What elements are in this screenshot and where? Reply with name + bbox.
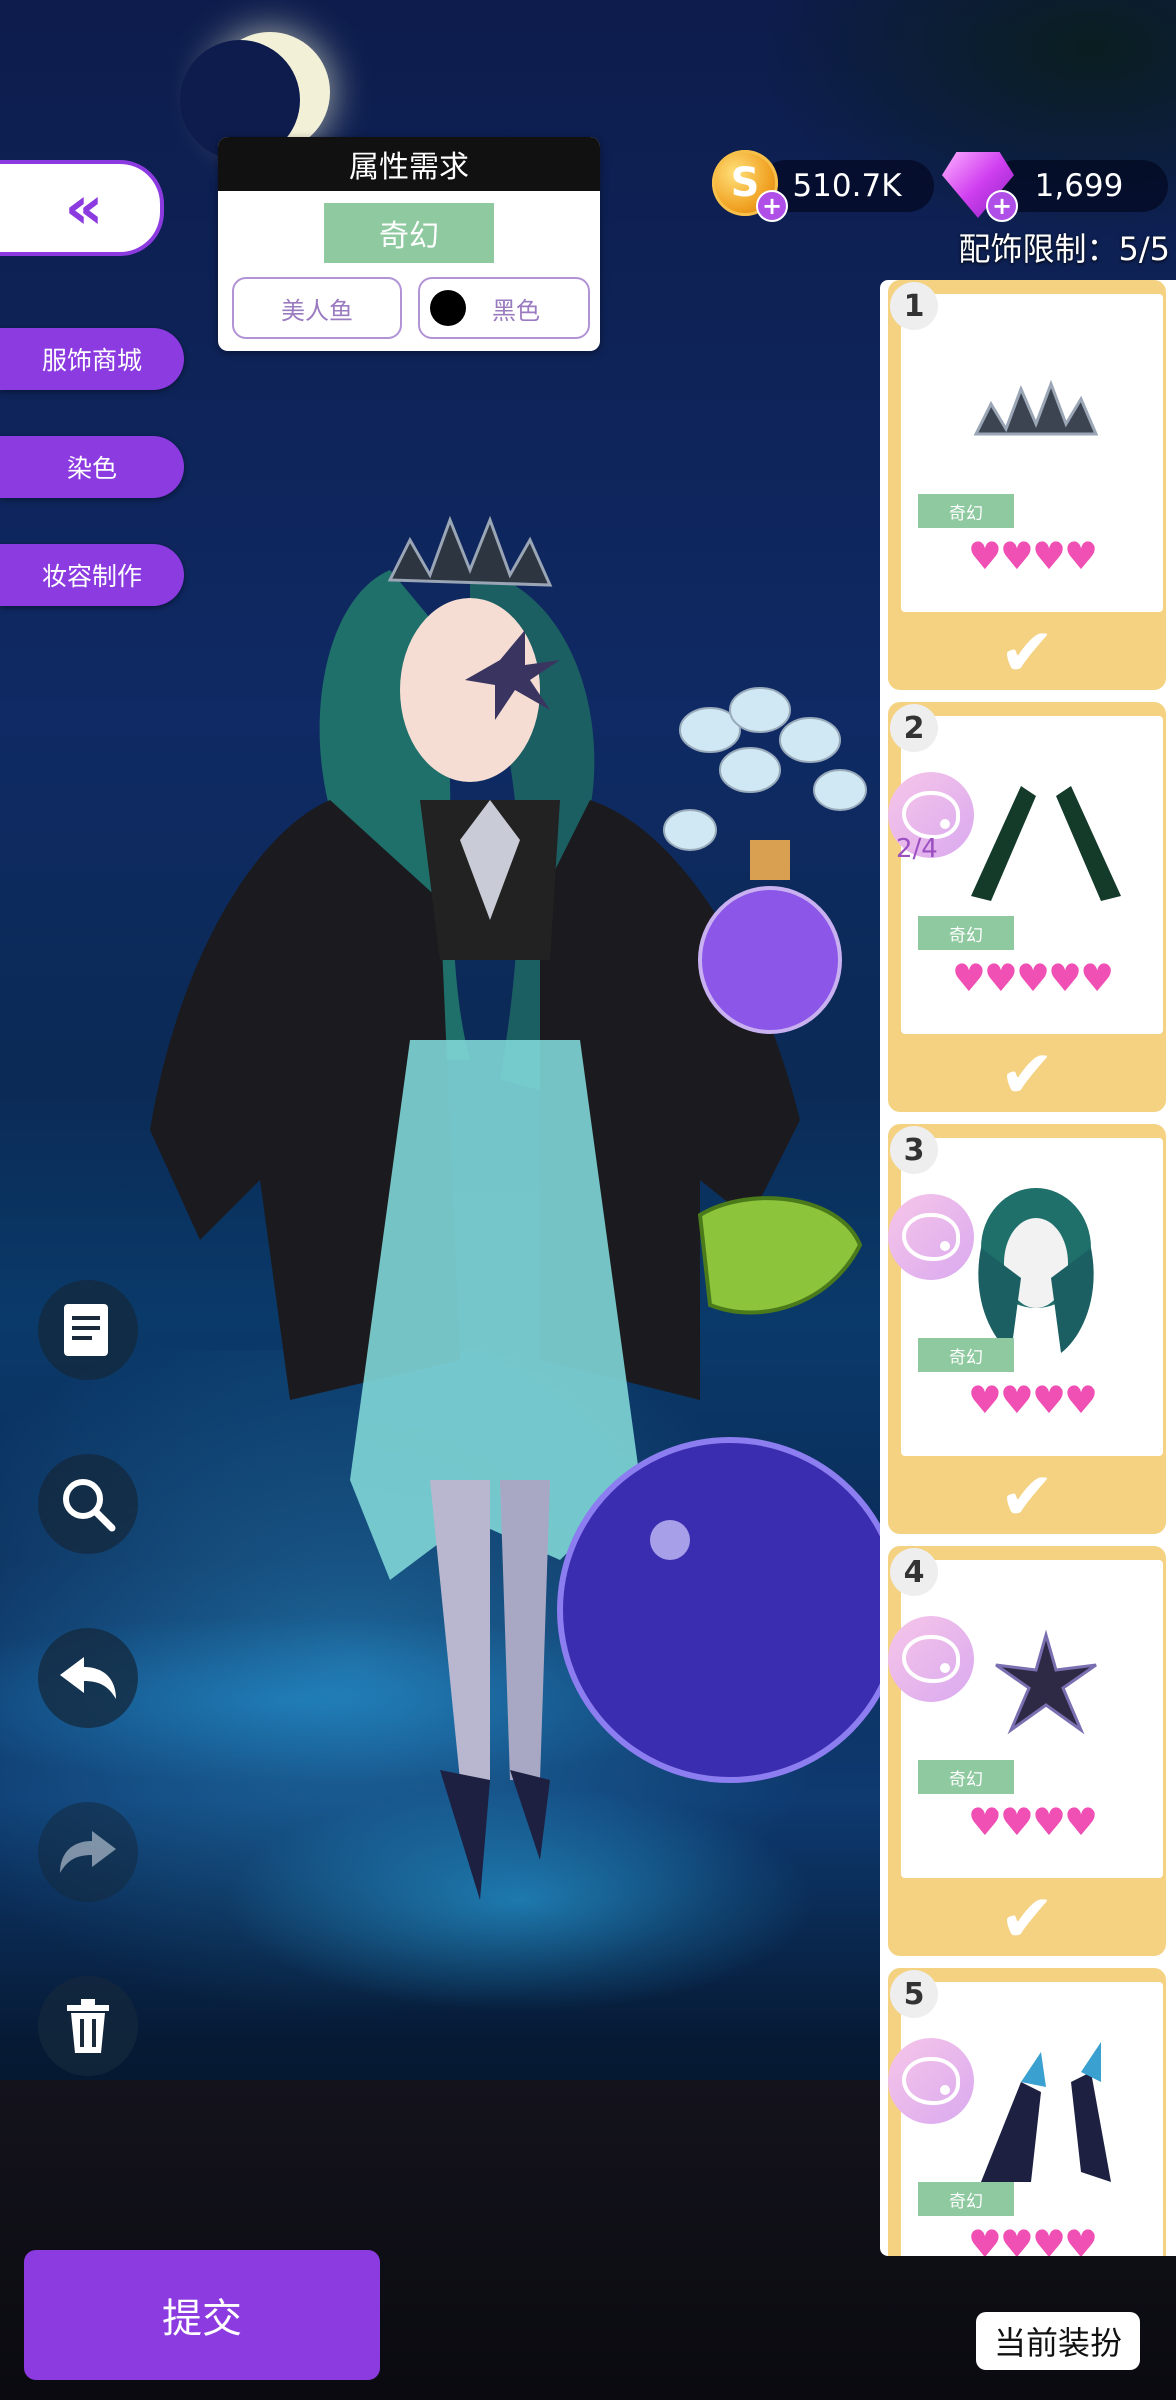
dye-palette-button[interactable]: 2/4: [888, 772, 974, 864]
accessory-card[interactable]: 奇幻 ♥♥♥♥ 3 ✔: [888, 1124, 1166, 1534]
hair-icon: [978, 1188, 1094, 1353]
undo-icon: [60, 1657, 116, 1699]
palette-icon: [902, 2057, 960, 2105]
submit-button[interactable]: 提交: [24, 2250, 380, 2380]
dye-palette-button[interactable]: [888, 1616, 974, 1702]
accessory-number: 1: [890, 282, 938, 330]
accessory-number: 5: [890, 1970, 938, 2018]
accessory-image-area: 奇幻 ♥♥♥♥: [901, 1138, 1163, 1456]
dye-palette-button[interactable]: [888, 2038, 974, 2124]
add-coins-button[interactable]: +: [756, 190, 788, 222]
accessory-card[interactable]: 奇幻 ♥♥♥♥ 1 ✔: [888, 280, 1166, 690]
magnify-icon: [63, 1479, 116, 1532]
requirement-tag-color: 黑色: [418, 277, 590, 339]
requirement-tag-mermaid: 美人鱼: [232, 277, 402, 339]
crown-icon: [973, 379, 1099, 436]
double-chevron-left-icon: «: [64, 173, 104, 243]
accessory-number: 4: [890, 1548, 938, 1596]
back-button[interactable]: «: [0, 160, 164, 256]
accessory-style-badge: 奇幻: [918, 1760, 1014, 1794]
accessory-hearts: ♥♥♥♥: [967, 534, 1098, 578]
requirement-style-badge: 奇幻: [324, 203, 494, 263]
add-gems-button[interactable]: +: [986, 190, 1018, 222]
dye-progress: 2/4: [896, 834, 938, 864]
coin-amount: 510.7K: [792, 168, 902, 204]
accessory-image-area: 奇幻 ♥♥♥♥: [901, 294, 1163, 612]
clothing-shop-button[interactable]: 服饰商城: [0, 328, 184, 390]
check-icon: ✔: [999, 1880, 1055, 1957]
accessory-panel[interactable]: 奇幻 ♥♥♥♥ 1 ✔ 奇幻 ♥♥♥♥♥ 2 2/4 ✔ 奇幻 ♥♥♥♥ 3 ✔…: [880, 280, 1176, 2256]
accessory-card[interactable]: 奇幻 ♥♥♥♥♥ 2 2/4 ✔: [888, 702, 1166, 1112]
accessory-number: 3: [890, 1126, 938, 1174]
undo-button[interactable]: [38, 1628, 138, 1728]
notes-icon: [64, 1304, 108, 1356]
accessory-style-badge: 奇幻: [918, 494, 1014, 528]
redo-icon: [60, 1831, 116, 1873]
accessory-image-area: 奇幻 ♥♥♥♥: [901, 1560, 1163, 1878]
palette-icon: [902, 791, 960, 839]
crystal-ball-decoration: [557, 1437, 890, 1783]
check-icon: ✔: [999, 1036, 1055, 1113]
accessory-hearts: ♥♥♥♥: [967, 2222, 1098, 2256]
shells-decoration: [663, 687, 867, 851]
accessory-style-badge: 奇幻: [918, 916, 1014, 950]
redo-button[interactable]: [38, 1802, 138, 1902]
accessory-card[interactable]: 奇幻 ♥♥♥♥ 4 ✔: [888, 1546, 1166, 1956]
accessory-style-badge: 奇幻: [918, 2182, 1014, 2216]
check-icon: ✔: [999, 614, 1055, 691]
zoom-button[interactable]: [38, 1454, 138, 1554]
color-swatch: [430, 290, 466, 326]
requirements-card: 属性需求 奇幻 美人鱼 黑色: [218, 137, 600, 351]
notes-button[interactable]: [38, 1280, 138, 1380]
potion-bottle-decoration: [698, 840, 842, 1034]
dye-palette-button[interactable]: [888, 1194, 974, 1280]
palette-icon: [902, 1213, 960, 1261]
accessory-style-badge: 奇幻: [918, 1338, 1014, 1372]
accessory-image-area: 奇幻 ♥♥♥♥♥: [901, 716, 1163, 1034]
palette-icon: [902, 1635, 960, 1683]
shoes-icon: [981, 2042, 1111, 2182]
flower-icon: [995, 1630, 1097, 1735]
accessory-number: 2: [890, 704, 938, 752]
delete-button[interactable]: [38, 1976, 138, 2076]
requirement-color-label: 黑色: [492, 296, 540, 325]
accessory-hearts: ♥♥♥♥: [967, 1800, 1098, 1844]
makeup-button[interactable]: 妆容制作: [0, 544, 184, 606]
gem-amount: 1,699: [1034, 168, 1124, 204]
requirements-title: 属性需求: [218, 137, 600, 191]
accessory-limit-text: 配饰限制：5/5: [958, 230, 1170, 268]
accessory-hearts: ♥♥♥♥: [967, 1378, 1098, 1422]
moon: [180, 32, 330, 160]
dye-button[interactable]: 染色: [0, 436, 184, 498]
trash-icon: [67, 1999, 109, 2053]
gloves-icon: [971, 786, 1121, 901]
current-outfit-button[interactable]: 当前装扮: [976, 2312, 1140, 2370]
check-icon: ✔: [999, 1458, 1055, 1535]
accessory-card[interactable]: 奇幻 ♥♥♥♥ 5: [888, 1968, 1166, 2256]
coin-symbol: S: [730, 160, 760, 206]
accessory-hearts: ♥♥♥♥♥: [951, 956, 1114, 1000]
leaf-bag-decoration: [697, 1196, 863, 1315]
